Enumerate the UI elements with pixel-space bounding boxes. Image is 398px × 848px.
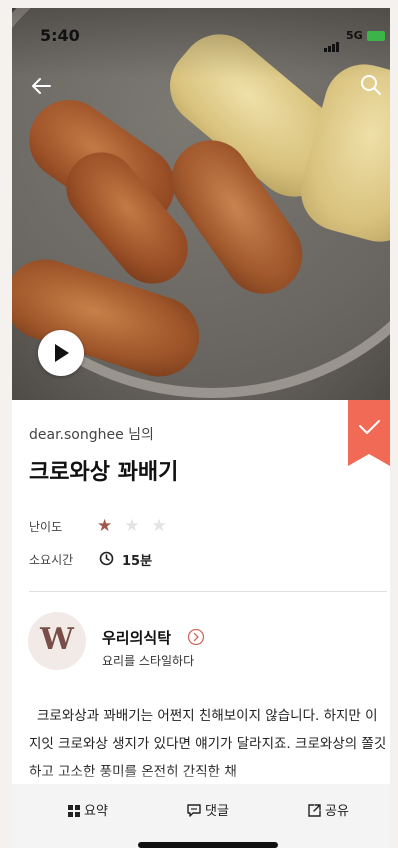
recipe-screen: 5:40 5G dear.songhee 님의 크로와상 꽈배기 난이도 ★ ★ ★	[12, 8, 390, 848]
search-button[interactable]	[358, 72, 384, 98]
grid-icon	[68, 805, 80, 817]
channel-avatar[interactable]: W	[28, 612, 86, 670]
share-icon	[308, 804, 321, 817]
tab-comments-label: 댓글	[205, 804, 229, 819]
search-icon	[361, 75, 381, 95]
battery-icon	[367, 31, 385, 41]
play-button[interactable]	[38, 330, 84, 376]
recipe-title: 크로와상 꽈배기	[29, 460, 179, 485]
arrow-left-icon	[32, 78, 51, 94]
channel-logo-letter: W	[40, 622, 74, 657]
tab-share-label: 공유	[325, 804, 349, 819]
home-indicator[interactable]	[138, 842, 278, 848]
bookmark-button[interactable]	[348, 400, 390, 466]
recipe-description: 크로와상과 꽈배기는 어쩐지 친해보이지 않습니다. 하지만 이지잇 크로와상 …	[29, 708, 387, 780]
tab-summary[interactable]: 요약	[68, 800, 108, 819]
channel-name[interactable]: 우리의식탁	[102, 627, 171, 648]
recipe-author: dear.songhee 님의	[29, 427, 154, 443]
channel-subtitle: 요리를 스타일하다	[102, 654, 195, 668]
time-label: 소요시간	[29, 553, 74, 567]
star-icon-empty: ★	[124, 516, 140, 536]
star-icon-filled: ★	[97, 516, 113, 536]
bottom-tab-bar: 요약 댓글 공유	[12, 784, 390, 848]
network-label: 5G	[346, 29, 363, 42]
star-icon-empty: ★	[151, 516, 167, 536]
tab-comments[interactable]: 댓글	[187, 800, 229, 819]
status-time: 5:40	[40, 26, 80, 45]
bookmark-check-icon	[348, 400, 390, 466]
back-button[interactable]	[28, 72, 56, 100]
comment-icon	[187, 804, 201, 817]
signal-icon	[324, 33, 340, 52]
difficulty-label: 난이도	[29, 520, 63, 534]
difficulty-stars: ★ ★ ★	[97, 516, 179, 536]
clock-icon	[99, 551, 114, 566]
tab-share[interactable]: 공유	[308, 800, 349, 819]
time-value: 15분	[122, 554, 153, 569]
divider	[29, 591, 387, 592]
tab-summary-label: 요약	[84, 804, 108, 819]
status-bar: 5:40 5G	[12, 8, 390, 54]
chevron-right-circle-icon[interactable]	[187, 628, 205, 646]
play-icon	[55, 344, 69, 362]
